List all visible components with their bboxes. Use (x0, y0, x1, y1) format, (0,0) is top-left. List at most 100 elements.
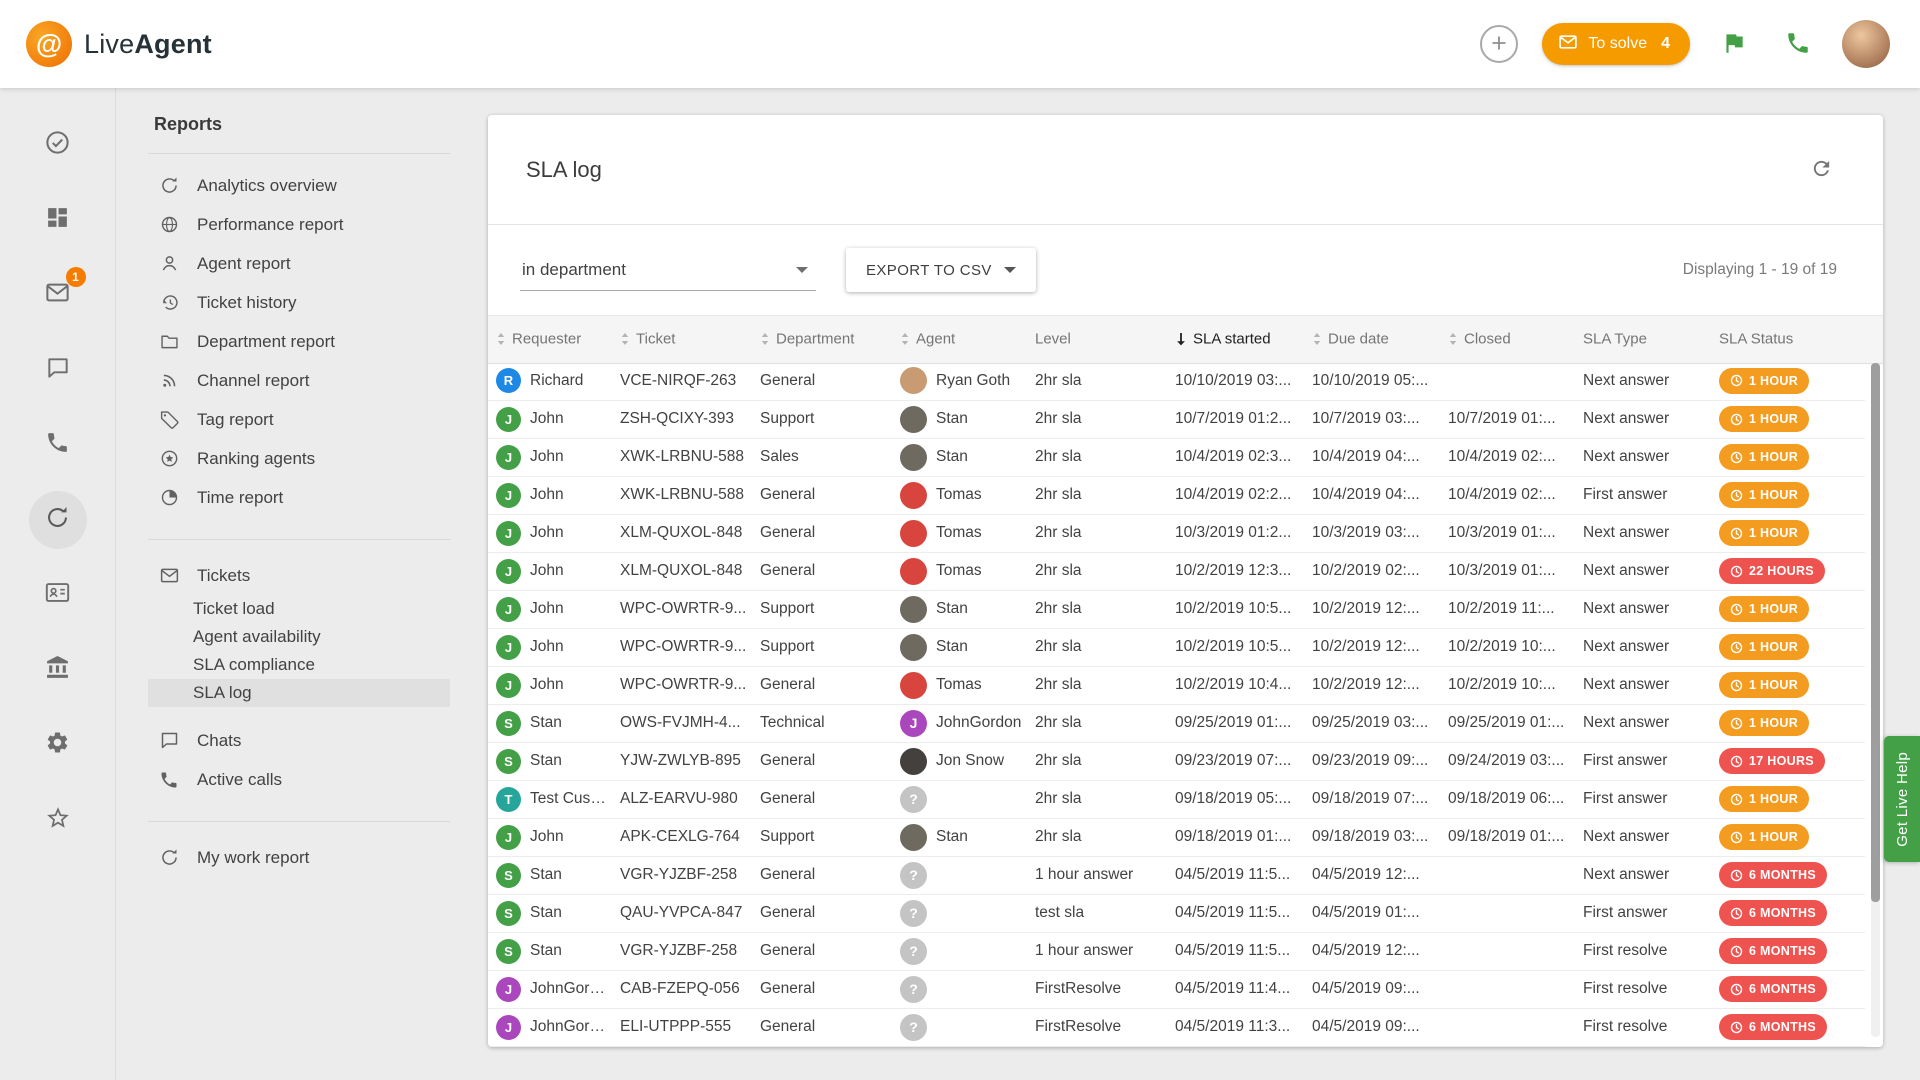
column-header-requester[interactable]: Requester (488, 315, 618, 362)
requester-avatar: J (496, 977, 521, 1002)
sidebar-item-chats[interactable]: Chats (116, 721, 450, 760)
rail-item-settings[interactable] (29, 716, 87, 774)
topbar: @ LiveAgent To solve 4 (0, 0, 1920, 88)
column-header-agent[interactable]: Agent (898, 315, 1033, 362)
sla-status-label: 1 HOUR (1749, 678, 1798, 692)
rail-item-reports[interactable] (29, 491, 87, 549)
phone-icon (1785, 30, 1811, 59)
sidebar-subitem-sla-log[interactable]: SLA log (148, 679, 450, 707)
sla-status-badge: 1 HOUR (1719, 596, 1809, 622)
ticket-cell: APK-CEXLG-764 (618, 818, 758, 856)
rail-item-tasks[interactable] (29, 116, 87, 174)
scrollbar-thumb[interactable] (1871, 363, 1880, 902)
sla-started-cell: 09/23/2019 07:... (1173, 742, 1310, 780)
requester-cell: J John (488, 552, 618, 590)
table-row[interactable]: J John WPC-OWRTR-9... General Tomas 2hr … (488, 666, 1865, 704)
export-csv-button[interactable]: EXPORT TO CSV (846, 248, 1036, 292)
sidebar-item-my-work-report[interactable]: My work report (116, 838, 450, 877)
table-row[interactable]: S Stan YJW-ZWLYB-895 General Jon Snow 2h… (488, 742, 1865, 780)
user-avatar[interactable] (1842, 20, 1890, 68)
requester-name: John (530, 638, 564, 656)
column-header-sla-started[interactable]: SLA started (1173, 315, 1310, 362)
table-row[interactable]: R Richard VCE-NIRQF-263 General Ryan Got… (488, 362, 1865, 400)
sidebar-item-ranking-agents[interactable]: Ranking agents (116, 439, 450, 478)
sidebar-item-channel-report[interactable]: Channel report (116, 361, 450, 400)
table-row[interactable]: J John XLM-QUXOL-848 General Tomas 2hr s… (488, 552, 1865, 590)
agent-name: Stan (936, 828, 968, 846)
department-cell: General (758, 514, 898, 552)
rail-item-contacts[interactable] (29, 566, 87, 624)
table-row[interactable]: S Stan OWS-FVJMH-4... Technical J JohnGo… (488, 704, 1865, 742)
table-row[interactable]: J JohnGordo... ELI-UTPPP-555 General ? F… (488, 1008, 1865, 1046)
rail-item-dashboard[interactable] (29, 191, 87, 249)
sla-status-cell: 1 HOUR (1717, 628, 1865, 666)
table-row[interactable]: S Stan VGR-YJZBF-258 General ? 1 hour an… (488, 856, 1865, 894)
sidebar-subitem-sla-compliance[interactable]: SLA compliance (148, 651, 450, 679)
table-row[interactable]: J JohnGordo... CAB-FZEPQ-056 General ? F… (488, 970, 1865, 1008)
agent-name: Tomas (936, 486, 982, 504)
rail-item-gamification[interactable] (29, 791, 87, 849)
sidebar-item-active-calls[interactable]: Active calls (116, 760, 450, 799)
add-button[interactable] (1480, 25, 1518, 63)
sla-status-cell: 1 HOUR (1717, 704, 1865, 742)
sla-status-label: 6 MONTHS (1749, 1020, 1816, 1034)
closed-cell (1446, 970, 1581, 1008)
column-header-ticket[interactable]: Ticket (618, 315, 758, 362)
sla-status-badge: 1 HOUR (1719, 368, 1809, 394)
table-row[interactable]: J John XWK-LRBNU-588 Sales Stan 2hr sla … (488, 438, 1865, 476)
table-row[interactable]: S Stan QAU-YVPCA-847 General ? test sla … (488, 894, 1865, 932)
to-solve-button[interactable]: To solve 4 (1542, 23, 1690, 65)
refresh-button[interactable] (1805, 154, 1837, 186)
table-row[interactable]: T Test Custo... ALZ-EARVU-980 General ? … (488, 780, 1865, 818)
sidebar-item-performance-report[interactable]: Performance report (116, 205, 450, 244)
rail-item-company[interactable] (29, 641, 87, 699)
requester-cell: J John (488, 818, 618, 856)
department-cell: Technical (758, 704, 898, 742)
requester-name: John (530, 828, 564, 846)
sidebar-subitem-agent-availability[interactable]: Agent availability (148, 623, 450, 651)
table-row[interactable]: J John XWK-LRBNU-588 General Tomas 2hr s… (488, 476, 1865, 514)
table-row[interactable]: J John ZSH-QCIXY-393 Support Stan 2hr sl… (488, 400, 1865, 438)
table-row[interactable]: J John WPC-OWRTR-9... Support Stan 2hr s… (488, 590, 1865, 628)
column-header-closed[interactable]: Closed (1446, 315, 1581, 362)
department-filter-select[interactable]: in department (520, 249, 816, 291)
requester-cell: S Stan (488, 704, 618, 742)
table-row[interactable]: J John XLM-QUXOL-848 General Tomas 2hr s… (488, 514, 1865, 552)
sidebar-item-agent-report[interactable]: Agent report (116, 244, 450, 283)
agent-cell: ? (898, 780, 1033, 818)
table-row[interactable]: J John WPC-OWRTR-9... Support Stan 2hr s… (488, 628, 1865, 666)
phone-icon (45, 430, 70, 460)
envelope-icon (1558, 32, 1578, 57)
column-header-level: Level (1033, 315, 1173, 362)
reports-sync-icon (44, 504, 71, 536)
get-live-help-tab[interactable]: Get Live Help (1884, 736, 1920, 862)
refresh-icon (1810, 157, 1833, 183)
column-header-department[interactable]: Department (758, 315, 898, 362)
sla-status-cell: 6 MONTHS (1717, 894, 1865, 932)
sidebar-item-department-report[interactable]: Department report (116, 322, 450, 361)
requester-cell: J John (488, 476, 618, 514)
sla-log-card: SLA log in department EXPORT TO CSV Disp… (488, 115, 1883, 1047)
level-cell: FirstResolve (1033, 1008, 1173, 1046)
sla-status-label: 6 MONTHS (1749, 868, 1816, 882)
rail-item-tickets[interactable]: 1 (29, 266, 87, 324)
sidebar-subitem-ticket-load[interactable]: Ticket load (148, 595, 450, 623)
sidebar-item-tag-report[interactable]: Tag report (116, 400, 450, 439)
rail-item-chats[interactable] (29, 341, 87, 399)
sidebar-item-tickets[interactable]: Tickets (116, 556, 450, 595)
department-cell: General (758, 932, 898, 970)
sidebar-item-analytics-overview[interactable]: Analytics overview (116, 166, 450, 205)
vertical-scrollbar[interactable] (1871, 363, 1880, 1037)
reports-sidebar: Reports Analytics overview Performance r… (116, 88, 450, 1080)
column-header-due-date[interactable]: Due date (1310, 315, 1446, 362)
sidebar-item-ticket-history[interactable]: Ticket history (116, 283, 450, 322)
table-row[interactable]: S Stan VGR-YJZBF-258 General ? 1 hour an… (488, 932, 1865, 970)
sla-status-badge: 22 HOURS (1719, 558, 1825, 584)
requester-cell: T Test Custo... (488, 780, 618, 818)
sidebar-item-time-report[interactable]: Time report (116, 478, 450, 517)
call-button[interactable] (1778, 24, 1818, 64)
flag-button[interactable] (1714, 24, 1754, 64)
card-header: SLA log (488, 115, 1883, 225)
table-row[interactable]: J John APK-CEXLG-764 Support Stan 2hr sl… (488, 818, 1865, 856)
rail-item-calls[interactable] (29, 416, 87, 474)
